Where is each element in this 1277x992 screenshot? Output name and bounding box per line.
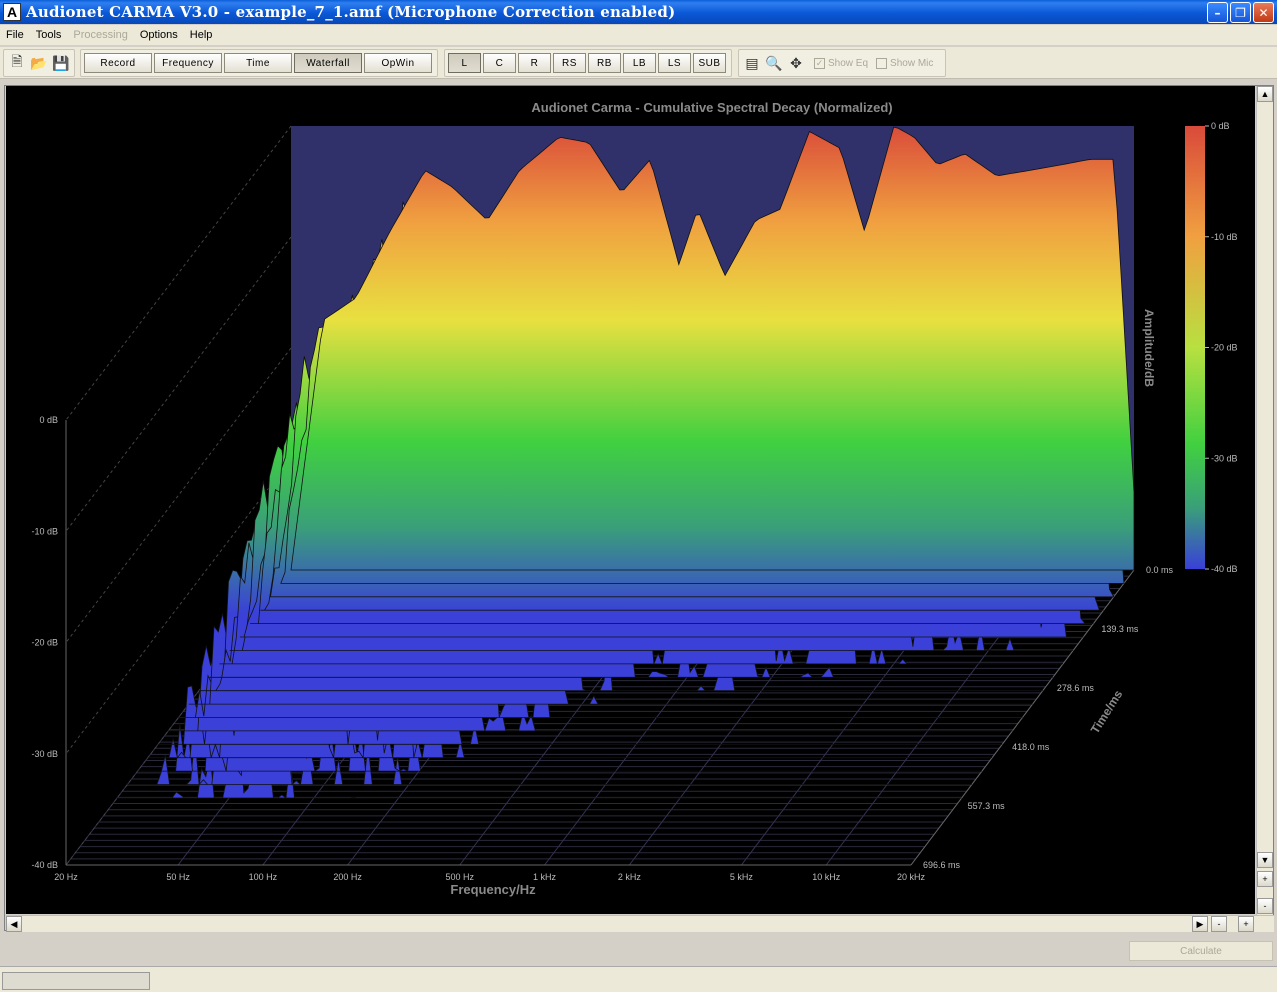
status-bar <box>0 966 1277 992</box>
mode-waterfall-button[interactable]: Waterfall <box>294 53 362 73</box>
scroll-left-icon[interactable]: ◀ <box>6 916 22 932</box>
colorbar-tick-label: -30 dB <box>1211 453 1238 463</box>
z-tick-label: -40 dB <box>31 860 58 870</box>
x-tick-label: 200 Hz <box>333 872 362 882</box>
amplitude-axis-label: Amplitude/dB <box>1142 309 1156 387</box>
pan-icon[interactable]: ✥ <box>786 53 806 73</box>
zoom-out-x-icon[interactable]: - <box>1211 916 1227 932</box>
scroll-up-icon[interactable]: ▲ <box>1257 86 1273 102</box>
z-tick-label: -20 dB <box>31 638 58 648</box>
chart-title: Audionet Carma - Cumulative Spectral Dec… <box>531 100 892 115</box>
menu-bar: File Tools Processing Options Help <box>0 25 1277 45</box>
x-tick-label: 5 kHz <box>730 872 754 882</box>
menu-help[interactable]: Help <box>184 29 219 41</box>
time-axis-label: Time/ms <box>1088 687 1126 736</box>
toolbar: 🗎 📂 💾 Record Frequency Time Waterfall Op… <box>0 47 1277 79</box>
calculate-button: Calculate <box>1129 941 1273 961</box>
scroll-down-icon[interactable]: ▼ <box>1257 852 1273 868</box>
x-tick-label: 100 Hz <box>249 872 278 882</box>
app-icon: A <box>3 3 21 21</box>
x-tick-label: 50 Hz <box>166 872 190 882</box>
z-tick-label: -10 dB <box>31 526 58 536</box>
mode-frequency-button[interactable]: Frequency <box>154 53 222 73</box>
zoom-out-y-icon[interactable]: - <box>1257 898 1273 914</box>
time-tick-label: 139.3 ms <box>1101 624 1139 634</box>
open-folder-icon[interactable]: 📂 <box>29 53 49 73</box>
horizontal-scrollbar[interactable]: ◀ ▶ - + <box>6 915 1274 932</box>
colorbar-tick-label: -20 dB <box>1211 343 1238 353</box>
save-icon[interactable]: 💾 <box>51 53 71 73</box>
view-toolbar: ▤ 🔍 ✥ ✓ Show Eq Show Mic <box>738 49 946 77</box>
close-button[interactable]: ✕ <box>1253 2 1274 23</box>
db-guide-line <box>65 125 292 421</box>
x-tick-label: 20 kHz <box>897 872 926 882</box>
mode-record-button[interactable]: Record <box>84 53 152 73</box>
channel-sub-button[interactable]: SUB <box>693 53 726 73</box>
time-tick-label: 0.0 ms <box>1146 565 1174 575</box>
z-tick-label: 0 dB <box>39 415 58 425</box>
channel-lb-button[interactable]: LB <box>623 53 656 73</box>
channel-rb-button[interactable]: RB <box>588 53 621 73</box>
menu-tools[interactable]: Tools <box>30 29 68 41</box>
time-tick-label: 696.6 ms <box>923 860 961 870</box>
menu-file[interactable]: File <box>0 29 30 41</box>
show-eq-label: Show Eq <box>828 57 869 69</box>
x-tick-label: 500 Hz <box>445 872 474 882</box>
x-tick-label: 10 kHz <box>812 872 841 882</box>
zoom-in-y-icon[interactable]: + <box>1257 871 1273 887</box>
decay-slices <box>117 126 1135 799</box>
channel-toolbar: L C R RS RB LB LS SUB <box>444 49 732 77</box>
waterfall-chart: 20 Hz 50 Hz 100 Hz 200 Hz 500 Hz 1 kHz 2 kHz 5 … <box>31 100 1238 897</box>
restore-button[interactable]: ❐ <box>1230 2 1251 23</box>
show-eq-checkbox[interactable]: ✓ Show Eq <box>814 57 869 69</box>
channel-l-button[interactable]: L <box>448 53 481 73</box>
colorbar-tick-label: -10 dB <box>1211 232 1238 242</box>
show-mic-checkbox[interactable]: Show Mic <box>876 57 934 69</box>
window-icon[interactable]: ▤ <box>742 53 762 73</box>
x-tick-label: 2 kHz <box>618 872 642 882</box>
title-bar: A Audionet CARMA V3.0 - example_7_1.amf … <box>0 0 1277 24</box>
minimize-button[interactable]: – <box>1207 2 1228 23</box>
waterfall-plot[interactable]: 20 Hz 50 Hz 100 Hz 200 Hz 500 Hz 1 kHz 2 kHz 5 … <box>6 86 1255 914</box>
vertical-scrollbar[interactable]: ▲ ▼ + - <box>1256 86 1273 916</box>
window-title: Audionet CARMA V3.0 - example_7_1.amf (M… <box>26 3 676 21</box>
file-toolbar: 🗎 📂 💾 <box>3 49 75 77</box>
zoom-in-x-icon[interactable]: + <box>1238 916 1254 932</box>
new-file-icon[interactable]: 🗎 <box>7 53 27 73</box>
mode-toolbar: Record Frequency Time Waterfall OpWin <box>80 49 438 77</box>
colorbar <box>1185 126 1205 569</box>
time-tick-label: 278.6 ms <box>1057 683 1095 693</box>
time-tick-label: 557.3 ms <box>968 801 1006 811</box>
time-tick-label: 418.0 ms <box>1012 742 1050 752</box>
show-mic-label: Show Mic <box>890 57 934 69</box>
menu-options[interactable]: Options <box>134 29 184 41</box>
mode-opwin-button[interactable]: OpWin <box>364 53 432 73</box>
colorbar-tick-label: -40 dB <box>1211 564 1238 574</box>
channel-rs-button[interactable]: RS <box>553 53 586 73</box>
mode-time-button[interactable]: Time <box>224 53 292 73</box>
db-guide-line <box>65 236 292 532</box>
menu-processing: Processing <box>73 29 128 41</box>
colorbar-tick-label: 0 dB <box>1211 121 1230 131</box>
channel-ls-button[interactable]: LS <box>658 53 691 73</box>
channel-c-button[interactable]: C <box>483 53 516 73</box>
x-tick-label: 1 kHz <box>533 872 557 882</box>
x-tick-label: 20 Hz <box>54 872 78 882</box>
x-axis-label: Frequency/Hz <box>450 882 536 897</box>
channel-r-button[interactable]: R <box>518 53 551 73</box>
z-tick-label: -30 dB <box>31 749 58 759</box>
zoom-icon[interactable]: 🔍 <box>764 53 784 73</box>
scroll-right-icon[interactable]: ▶ <box>1192 916 1208 932</box>
status-panel <box>2 972 150 990</box>
